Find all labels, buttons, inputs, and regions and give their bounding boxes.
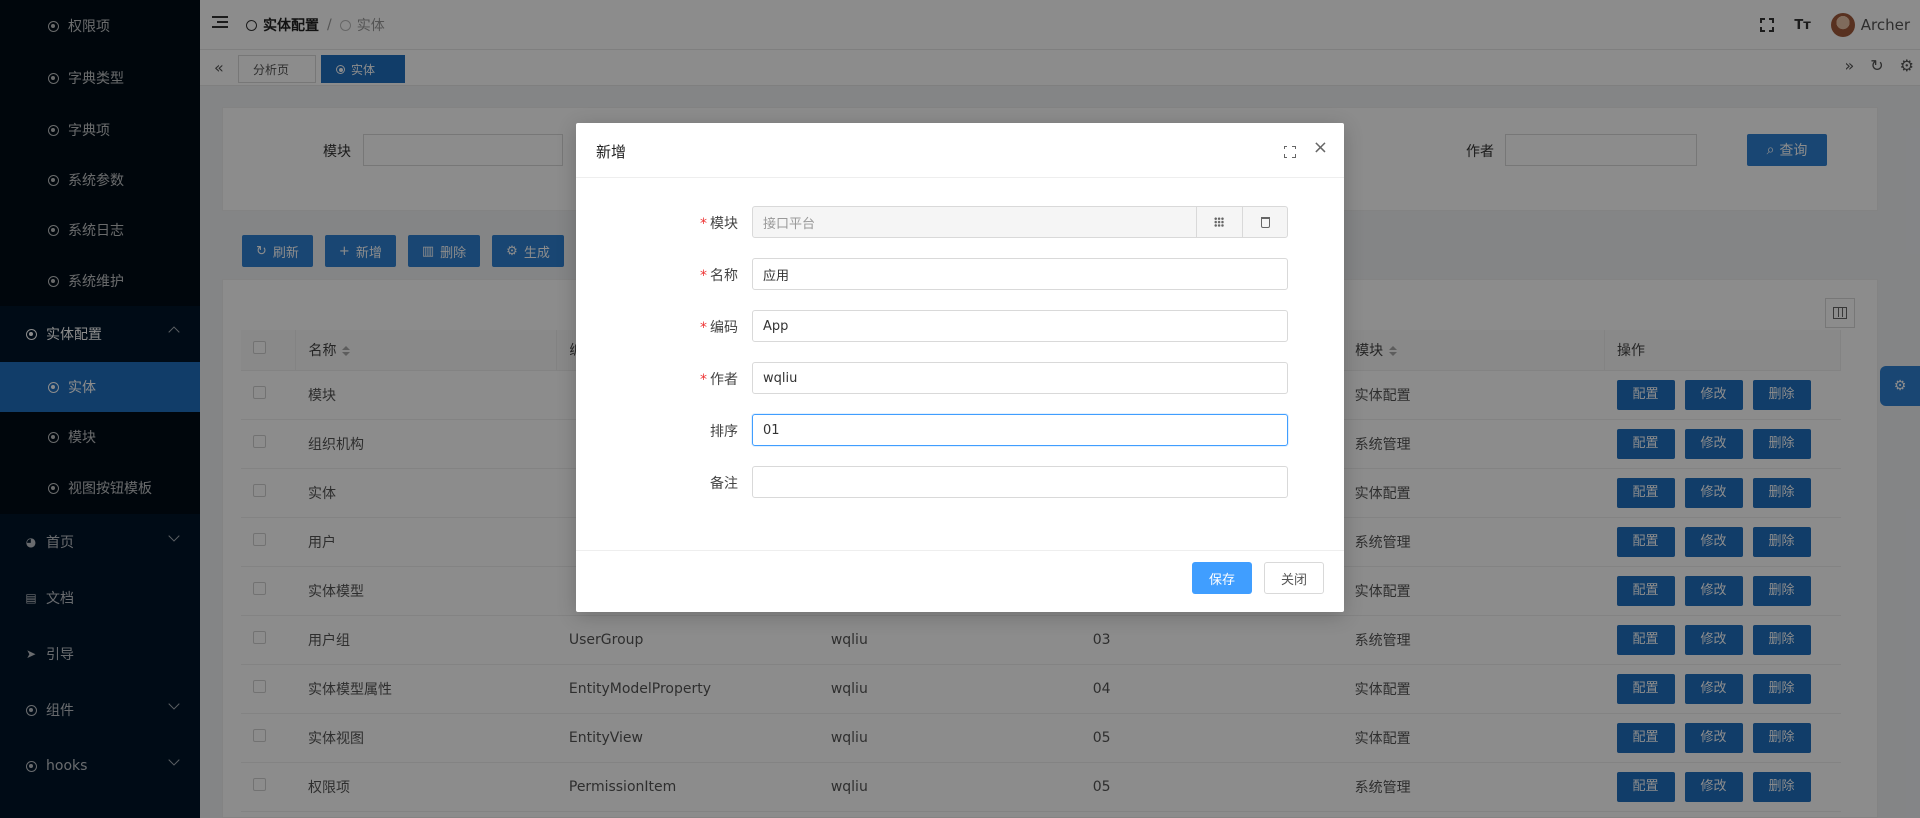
form-row-author: * 作者 [576, 362, 1344, 394]
grid-icon [1214, 217, 1224, 227]
close-button[interactable]: 关闭 [1264, 562, 1324, 594]
form-row-module: * 模块 [576, 206, 1344, 238]
name-field[interactable] [752, 258, 1288, 290]
form-row-name: * 名称 [576, 258, 1344, 290]
dialog-header: 新增 × [576, 123, 1344, 178]
code-field[interactable] [752, 310, 1288, 342]
close-icon[interactable]: × [1313, 139, 1328, 157]
dialog-footer: 保存 关闭 [576, 550, 1344, 612]
field-label-text: 名称 [710, 268, 738, 284]
save-button[interactable]: 保存 [1192, 562, 1252, 594]
remark-field-label: 备注 [710, 473, 738, 493]
add-entity-dialog: 新增 × *模块 *名称 *编码 *作者 排序 备注 保存 关闭 [576, 123, 1344, 612]
code-field-label: * 编码 [700, 317, 738, 337]
field-label-text: 备注 [710, 476, 738, 492]
required-mark: * [700, 372, 707, 388]
module-field-label: * 模块 [700, 213, 738, 233]
author-field-label: * 作者 [700, 369, 738, 389]
author-field[interactable] [752, 362, 1288, 394]
dialog-title: 新增 [596, 143, 627, 161]
required-mark: * [700, 320, 707, 336]
field-label-text: 排序 [710, 424, 738, 440]
form-row-code: * 编码 [576, 310, 1344, 342]
required-mark: * [700, 268, 707, 284]
module-picker-button[interactable] [1196, 207, 1241, 237]
remark-field[interactable] [752, 466, 1288, 498]
maximize-icon[interactable] [1282, 144, 1297, 159]
module-clear-button[interactable] [1242, 207, 1287, 237]
form-row-remark: 备注 [576, 466, 1344, 498]
field-label-text: 模块 [710, 216, 738, 232]
form-row-sort: 排序 [576, 414, 1344, 446]
required-mark: * [700, 216, 707, 232]
field-label-text: 作者 [710, 372, 738, 388]
trash-icon [1260, 216, 1270, 228]
name-field-label: * 名称 [700, 265, 738, 285]
sort-field[interactable] [752, 414, 1288, 446]
field-label-text: 编码 [710, 320, 738, 336]
sort-field-label: 排序 [710, 421, 738, 441]
